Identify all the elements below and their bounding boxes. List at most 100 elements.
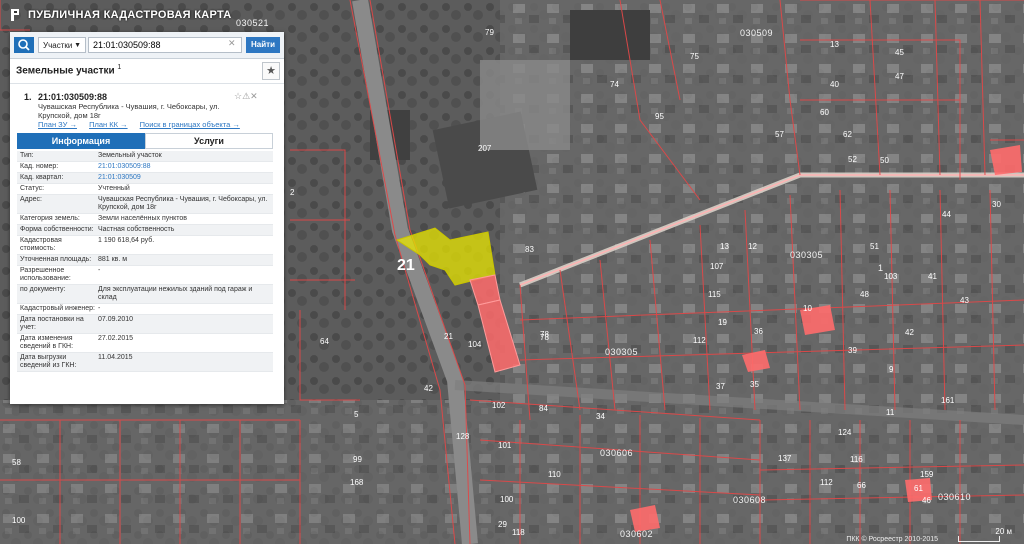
results-title-text: Земельные участки [16,65,115,77]
parcel-number-label: 84 [539,404,548,413]
property-key: Уточненная площадь: [20,256,92,263]
property-key: Категория земель: [20,215,80,222]
parcel-number-label: 47 [895,72,904,81]
parcel-number-label: 41 [928,272,937,281]
find-button[interactable]: Найти [246,37,280,53]
property-row: Адрес: Чувашская Республика - Чувашия, г.… [17,195,273,214]
property-key: Статус: [20,185,45,192]
parcel-number-label: 103 [884,272,898,281]
property-key: Дата постановки на учет: [20,316,84,331]
parcel-number-label: 64 [320,337,329,346]
property-value: 07.09.2010 [98,316,134,323]
parcel-number-label: 58 [12,458,21,467]
property-value[interactable]: 21:01:030509:88 [96,162,273,172]
result-links: План ЗУ → План КК → Поиск в границах объ… [38,120,250,129]
parcel-number-label: 50 [880,156,889,165]
property-key: Кад. номер: [20,163,59,170]
star-outline-icon[interactable]: ☆ [234,91,242,101]
parcel-number-label: 207 [478,144,492,153]
property-key: Дата изменения сведений в ГКН: [20,335,74,350]
property-row: Разрешенное использование: - [17,266,273,285]
parcel-number-label: 112 [820,478,833,487]
quarter-label: 030305 [605,347,639,357]
result-cad-number[interactable]: 21:01:030509:88 [38,92,107,102]
tab-bar: Информация Услуги [17,133,273,149]
property-row: Дата выгрузки сведений из ГКН: 11.04.2015 [17,353,273,372]
parcel-number-label: 124 [838,428,852,437]
parcel-number-label: 112 [693,336,706,345]
search-input[interactable] [88,37,242,53]
parcel-number-label: 46 [922,496,931,505]
parcel-number-label: 45 [895,48,904,57]
parcel-number-label: 5 [354,410,359,419]
parcel-number-label: 100 [500,495,514,504]
parcel-number-label: 61 [914,484,923,493]
clear-icon[interactable]: ✕ [228,38,236,49]
divider [10,83,284,84]
property-key: Форма собственности: [20,226,94,233]
parcel-number-label: 43 [960,296,969,305]
copyright: ПКК © Росреестр 2010-2015 [846,536,938,543]
quarter-label: 030608 [733,495,767,505]
property-row: по документу: Для эксплуатации нежилых зд… [17,285,273,304]
object-type-select[interactable]: Участки ▼ [38,37,86,53]
property-row: Форма собственности: Частная собственност… [17,225,273,236]
parcel-number-label: 62 [843,130,852,139]
property-value: 11.04.2015 [98,354,133,361]
parcel-number-label: 161 [941,396,955,405]
object-type-value: Участки [43,41,73,50]
parcel-number-label: 168 [350,478,364,487]
parcel-number-label: 35 [750,380,759,389]
parcel-number-label: 159 [920,470,934,479]
property-value: Для эксплуатации нежилых зданий под гара… [98,286,253,301]
highlighted-parcel[interactable] [990,145,1022,175]
parcel-number-label: 107 [710,262,724,271]
result-action-icons[interactable]: ☆⚠✕ [234,91,258,102]
property-row: Статус: Учтенный [17,184,273,195]
search-in-bounds-link[interactable]: Поиск в границах объекта → [140,120,240,129]
parcel-number-label: 13 [720,242,729,251]
app-logo-icon [11,9,19,21]
property-key: Кадастровый инженер: [20,305,95,312]
scale-label: 20 м [995,527,1012,536]
parcel-number-label: 66 [857,481,866,490]
property-key: Тип: [20,152,34,159]
property-table: Тип: Земельный участок Кад. номер: 21:01:03… [17,151,273,372]
search-icon[interactable] [14,37,34,53]
property-key: Адрес: [20,196,42,203]
parcel-number-label: 44 [942,210,951,219]
parcel-number-label: 128 [456,432,470,441]
parcel-number-label: 9 [889,365,894,374]
quarter-label: 030606 [600,448,634,458]
parcel-number-label: 83 [525,245,534,254]
parcel-number-label: 29 [498,520,507,529]
top-bar: ПУБЛИЧНАЯ КАДАСТРОВАЯ КАРТА [0,0,320,30]
tab-information[interactable]: Информация [17,133,145,149]
parcel-number-label: 101 [498,441,512,450]
property-value: Земельный участок [98,152,162,159]
parcel-number-label: 57 [775,130,784,139]
favorite-star-icon[interactable]: ★ [262,62,280,80]
district-label: 21 [397,257,415,274]
quarter-label: 030610 [938,492,972,502]
parcel-number-label: 75 [690,52,699,61]
parcel-number-label: 10 [803,304,812,313]
plan-zu-link[interactable]: План ЗУ → [38,120,77,129]
close-icon[interactable]: ✕ [250,91,258,101]
parcel-number-label: 52 [848,155,857,164]
plan-kk-link[interactable]: План КК → [89,120,128,129]
parcel-number-label: 104 [468,340,482,349]
property-key: Кадастровая стоимость: [20,237,62,252]
parcel-number-label: 118 [512,528,525,537]
parcel-number-label: 79 [485,28,494,37]
parcel-number-label: 21 [444,332,453,341]
parcel-number-label: 37 [716,382,725,391]
tab-services[interactable]: Услуги [145,133,273,149]
parcel-number-label: 39 [848,346,857,355]
warning-icon[interactable]: ⚠ [242,91,250,101]
parcel-number-label: 51 [870,242,879,251]
property-row: Кадастровый инженер: - [17,304,273,315]
property-value[interactable]: 21:01:030509 [96,173,273,183]
quarter-label: 1 [878,263,884,273]
parcel-number-label: 36 [754,327,763,336]
